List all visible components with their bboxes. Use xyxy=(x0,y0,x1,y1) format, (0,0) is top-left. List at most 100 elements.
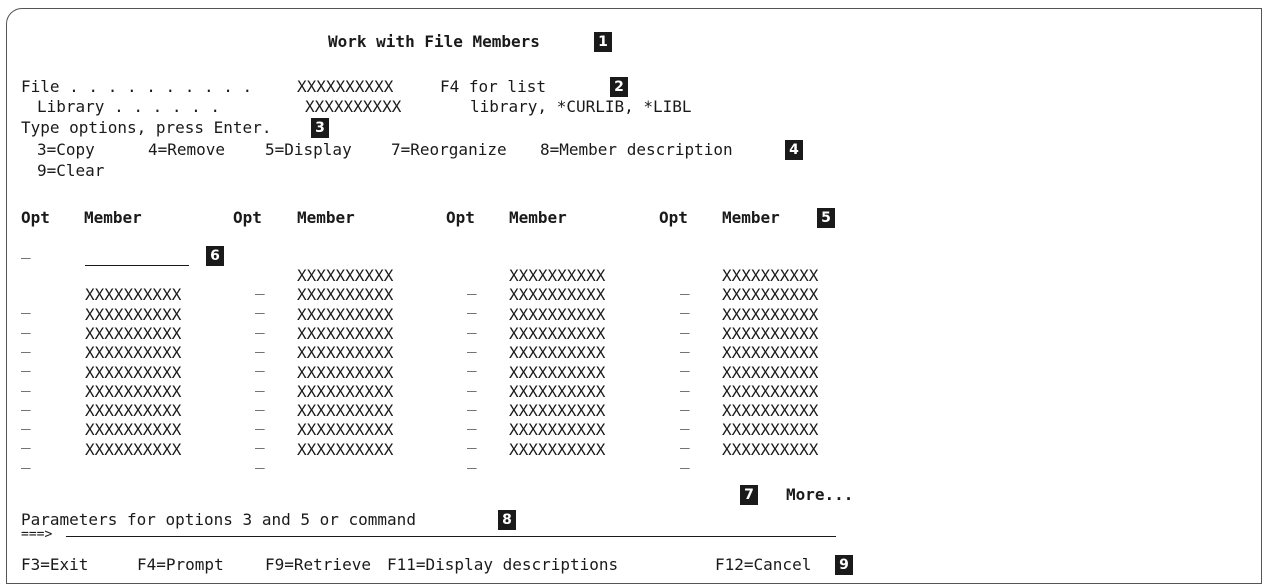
command-line-input[interactable] xyxy=(66,536,836,537)
library-label: Library . . . . . . xyxy=(37,97,221,116)
option-input[interactable]: _ xyxy=(21,353,31,373)
option-input[interactable]: _ xyxy=(21,430,31,450)
option-input[interactable]: _ xyxy=(467,392,477,412)
member-name: XXXXXXXXXX xyxy=(509,343,606,363)
library-hint: library, *CURLIB, *LIBL xyxy=(470,97,692,116)
option-input[interactable]: _ xyxy=(467,353,477,373)
f3-exit-key[interactable]: F3=Exit xyxy=(21,555,88,575)
option-input[interactable]: _ xyxy=(255,334,265,354)
member-name: XXXXXXXXXX xyxy=(85,323,182,343)
member-name: XXXXXXXXXX xyxy=(722,362,819,382)
column-header-member: Member xyxy=(84,208,142,227)
option-display: 5=Display xyxy=(265,140,352,159)
option-input[interactable]: _ xyxy=(255,276,265,296)
option-input[interactable]: _ xyxy=(255,315,265,335)
column-header-opt: Opt xyxy=(446,208,475,227)
callout-5: 5 xyxy=(817,208,835,228)
member-name: XXXXXXXXXX xyxy=(509,439,606,459)
f11-display-descriptions-key[interactable]: F11=Display descriptions xyxy=(387,555,618,575)
file-label: File . . . . . . . . . . xyxy=(21,77,253,96)
member-name: XXXXXXXXXX xyxy=(297,323,394,343)
f4-prompt-key[interactable]: F4=Prompt xyxy=(137,555,224,575)
member-name: XXXXXXXXXX xyxy=(297,420,394,440)
option-input[interactable]: _ xyxy=(21,411,31,431)
member-name: XXXXXXXXXX xyxy=(297,343,394,363)
option-input[interactable]: _ xyxy=(680,411,690,431)
option-input[interactable]: _ xyxy=(255,430,265,450)
option-copy: 3=Copy xyxy=(37,140,95,159)
file-field[interactable]: XXXXXXXXXX xyxy=(297,77,393,97)
option-input[interactable]: _ xyxy=(467,411,477,431)
more-indicator: More... xyxy=(786,485,854,504)
option-input[interactable]: _ xyxy=(680,315,690,335)
column-header-member: Member xyxy=(297,208,355,227)
member-name: XXXXXXXXXX xyxy=(297,439,394,459)
member-name: XXXXXXXXXX xyxy=(509,381,606,401)
option-input[interactable]: _ xyxy=(680,276,690,296)
option-input[interactable]: _ xyxy=(255,353,265,373)
callout-4: 4 xyxy=(785,140,803,160)
column-header-member: Member xyxy=(722,208,780,227)
option-input[interactable]: _ xyxy=(255,373,265,393)
position-to-member-input[interactable] xyxy=(85,265,189,266)
member-name: XXXXXXXXXX xyxy=(722,285,819,305)
member-name: XXXXXXXXXX xyxy=(85,304,182,324)
member-name: XXXXXXXXXX xyxy=(509,362,606,382)
position-to-opt-input[interactable]: _ xyxy=(21,240,31,260)
option-input[interactable]: _ xyxy=(21,373,31,393)
column-header-member: Member xyxy=(509,208,567,227)
option-input[interactable]: _ xyxy=(680,373,690,393)
f12-cancel-key[interactable]: F12=Cancel xyxy=(715,555,811,575)
member-name: XXXXXXXXXX xyxy=(85,439,182,459)
option-input[interactable]: _ xyxy=(467,334,477,354)
member-name: XXXXXXXXXX xyxy=(722,343,819,363)
option-input[interactable]: _ xyxy=(255,411,265,431)
member-name: XXXXXXXXXX xyxy=(85,362,182,382)
member-name: XXXXXXXXXX xyxy=(722,304,819,324)
f9-retrieve-key[interactable]: F9=Retrieve xyxy=(265,555,371,575)
option-input[interactable]: _ xyxy=(680,392,690,412)
option-input[interactable]: _ xyxy=(21,334,31,354)
option-input[interactable]: _ xyxy=(680,353,690,373)
member-name: XXXXXXXXXX xyxy=(722,266,819,285)
option-input[interactable]: _ xyxy=(680,430,690,450)
option-input[interactable]: _ xyxy=(680,450,690,470)
member-name: XXXXXXXXXX xyxy=(722,420,819,440)
member-name: XXXXXXXXXX xyxy=(297,285,394,305)
member-name: XXXXXXXXXX xyxy=(509,401,606,421)
callout-7: 7 xyxy=(740,485,758,505)
option-input[interactable]: _ xyxy=(680,295,690,315)
member-name: XXXXXXXXXX xyxy=(722,323,819,343)
member-name: XXXXXXXXXX xyxy=(85,381,182,401)
option-input[interactable]: _ xyxy=(21,450,31,470)
member-name: XXXXXXXXXX xyxy=(509,266,606,285)
member-name: XXXXXXXXXX xyxy=(85,343,182,363)
column-header-opt: Opt xyxy=(233,208,262,227)
option-input[interactable]: _ xyxy=(21,392,31,412)
option-input[interactable]: _ xyxy=(21,315,31,335)
instructions-text: Type options, press Enter. xyxy=(21,118,272,137)
member-name: XXXXXXXXXX xyxy=(297,362,394,382)
option-input[interactable]: _ xyxy=(21,295,31,315)
file-hint: F4 for list xyxy=(440,77,546,96)
library-field[interactable]: XXXXXXXXXX xyxy=(305,97,401,117)
column-header-opt: Opt xyxy=(21,208,50,227)
callout-8: 8 xyxy=(498,510,516,530)
option-input[interactable]: _ xyxy=(467,276,477,296)
option-input[interactable]: _ xyxy=(467,430,477,450)
option-input[interactable]: _ xyxy=(255,450,265,470)
option-input[interactable]: _ xyxy=(255,392,265,412)
option-input[interactable]: _ xyxy=(467,315,477,335)
callout-2: 2 xyxy=(610,77,628,97)
callout-1: 1 xyxy=(594,32,612,52)
screen-title: Work with File Members xyxy=(328,32,540,51)
option-input[interactable]: _ xyxy=(467,295,477,315)
member-name: XXXXXXXXXX xyxy=(509,420,606,440)
option-input[interactable]: _ xyxy=(255,295,265,315)
option-input[interactable]: _ xyxy=(680,334,690,354)
option-input[interactable]: _ xyxy=(467,450,477,470)
member-name: XXXXXXXXXX xyxy=(85,420,182,440)
member-name: XXXXXXXXXX xyxy=(297,401,394,421)
option-input[interactable]: _ xyxy=(467,373,477,393)
member-name: XXXXXXXXXX xyxy=(722,439,819,459)
